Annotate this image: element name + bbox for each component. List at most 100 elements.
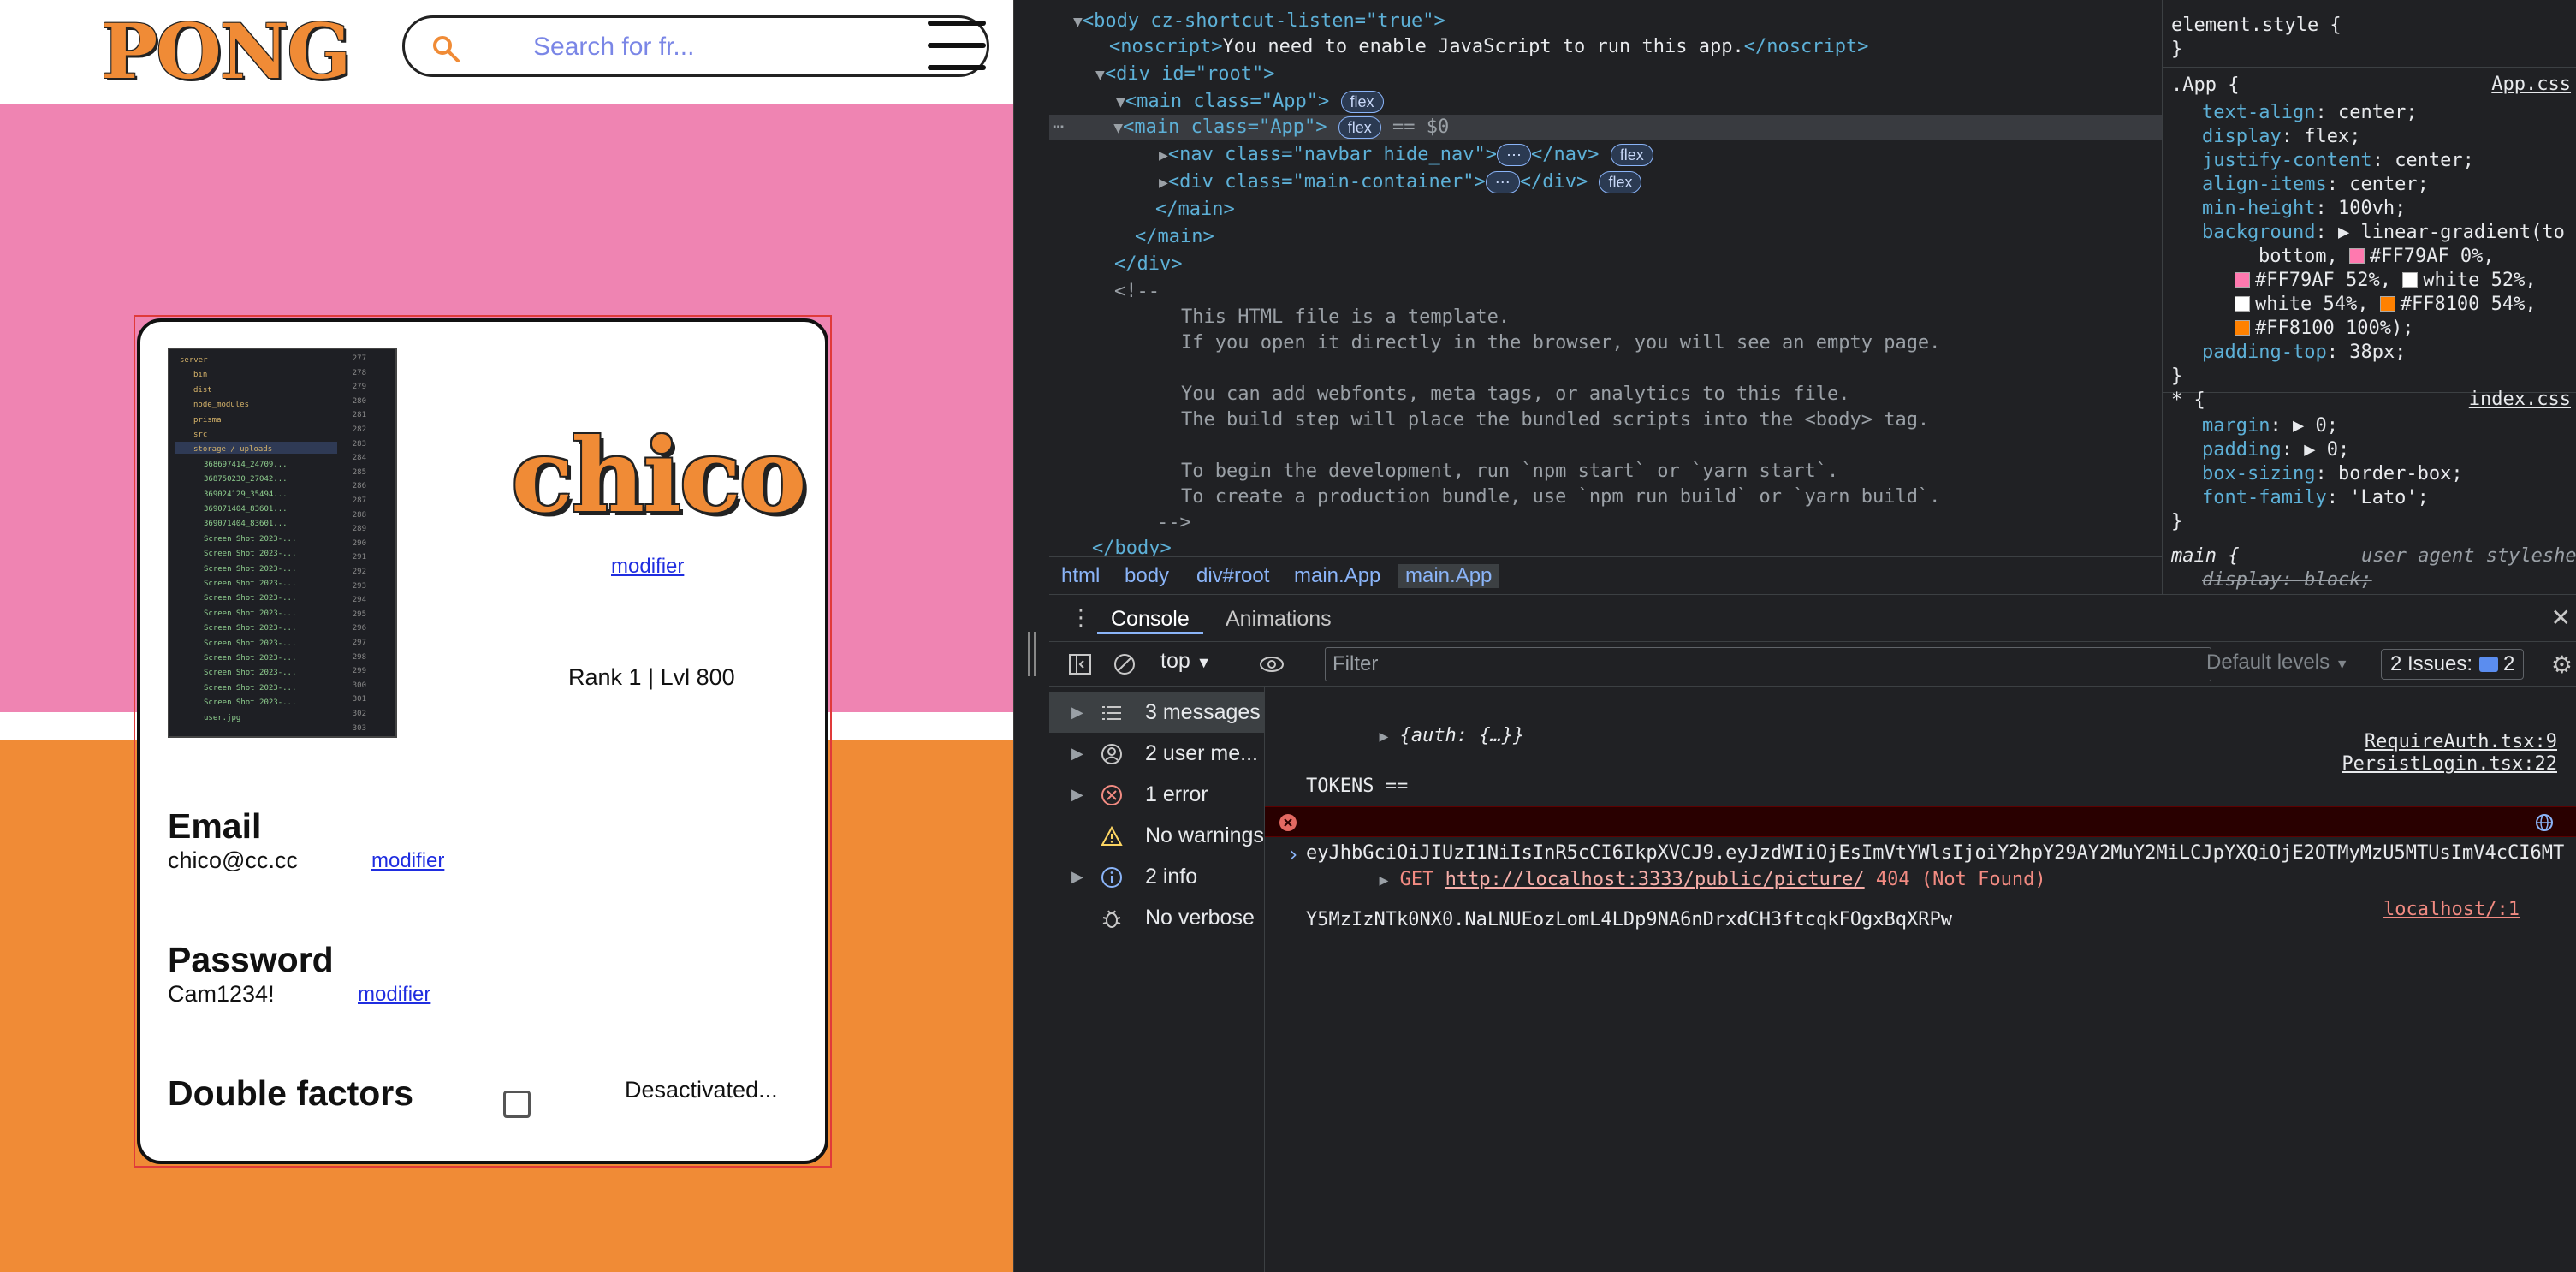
app-css-source-link[interactable]: App.css [2491, 74, 2571, 95]
css-prop-display[interactable]: display: flex; [2202, 125, 2360, 149]
console-message[interactable]: ▶ {auth: {…}} PersistLogin.tsx:22 [1265, 695, 2576, 775]
tab-console[interactable]: Console [1097, 603, 1203, 634]
css-divider [2163, 67, 2576, 68]
sidebar-item-errors[interactable]: ▶ 1 error [1049, 774, 1265, 815]
color-swatch-white[interactable] [2402, 272, 2419, 288]
search-icon [433, 36, 460, 62]
dom-comment-end: --> [1157, 512, 1191, 533]
thumbnail-line-number: 281 [352, 411, 366, 420]
dom-node-main-selected[interactable]: ⋯ ▼<main class="App"> flex == $0 [1049, 115, 2162, 140]
warning-icon [1101, 825, 1123, 846]
password-label: Password [168, 940, 334, 979]
search-input[interactable] [533, 30, 858, 64]
css-prop-display-overridden[interactable]: display: block; [2202, 568, 2372, 592]
breadcrumb-body[interactable]: body [1125, 564, 1169, 588]
dom-node-nav[interactable]: ▶<nav class="navbar hide_nav"> ⋯ </nav> fl… [1159, 142, 1653, 168]
thumbnail-line-number: 301 [352, 695, 366, 704]
color-swatch-orange[interactable] [2235, 320, 2250, 336]
thumbnail-tree-row: Screen Shot 2023-... [204, 594, 297, 603]
thumbnail-tree-row: Screen Shot 2023-... [204, 609, 297, 618]
breadcrumb-html[interactable]: html [1061, 564, 1100, 588]
devtools-panel: ▼<body cz-shortcut-listen="true"> <noscr… [1049, 0, 2576, 1272]
sidebar-item-user-messages[interactable]: ▶ 2 user me... [1049, 733, 1265, 774]
element-style-selector[interactable]: element.style { [2171, 14, 2342, 38]
thumbnail-tree-row: Screen Shot 2023-... [204, 639, 297, 648]
css-prop-text-align[interactable]: text-align: center; [2202, 101, 2418, 125]
index-css-source-link[interactable]: index.css [2469, 389, 2571, 410]
dom-node-root[interactable]: ▼<div id="root"> [1095, 62, 1275, 87]
two-factor-checkbox[interactable] [503, 1091, 531, 1118]
color-swatch-pink[interactable] [2235, 272, 2250, 288]
search-bar[interactable] [402, 15, 989, 77]
thumbnail-line-number: 289 [352, 525, 366, 534]
log-levels-dropdown[interactable]: Default levels ▼ [2206, 651, 2349, 675]
css-prop-font-family[interactable]: font-family: 'Lato'; [2202, 486, 2429, 510]
css-prop-background[interactable]: background: ▶ linear-gradient(to [2202, 221, 2565, 245]
user-agent-stylesheet-label: user agent styleshe [2361, 545, 2576, 567]
css-prop-align-items[interactable]: align-items: center; [2202, 173, 2429, 197]
context-selector[interactable]: top ▼ [1160, 649, 1212, 674]
css-prop-padding[interactable]: padding: ▶ 0; [2202, 438, 2349, 462]
clear-console-icon[interactable] [1111, 651, 1138, 678]
thumbnail-tree-row: bin [193, 371, 208, 380]
eye-icon[interactable] [1258, 651, 1285, 678]
rank-level-text: Rank 1 | Lvl 800 [568, 664, 735, 690]
gear-icon[interactable]: ⚙ [2551, 651, 2573, 679]
console-prompt-caret-icon[interactable]: › [1287, 842, 1299, 866]
source-link-requireauth[interactable]: RequireAuth.tsx:9 [2365, 731, 2557, 753]
console-sidebar: ▶ 3 messages ▶ 2 user me... ▶ 1 error No… [1049, 687, 1265, 1272]
password-modify-link[interactable]: modifier [358, 983, 430, 1007]
thumbnail-tree-row: 369024129_35494... [204, 490, 288, 499]
dom-comment-start[interactable]: <!-- [1114, 279, 1160, 305]
issue-icon [2479, 657, 2499, 672]
color-swatch-white[interactable] [2235, 296, 2250, 312]
color-swatch-pink[interactable] [2348, 248, 2365, 264]
hamburger-menu-icon[interactable] [924, 17, 989, 75]
avatar[interactable]: server bin dist node_modules prisma src storag… [168, 348, 397, 738]
sidebar-item-verbose[interactable]: No verbose [1049, 897, 1265, 938]
css-prop-justify-content[interactable]: justify-content: center; [2202, 149, 2474, 173]
sidebar-item-messages[interactable]: ▶ 3 messages [1049, 692, 1265, 733]
thumbnail-tree-row: 368750230_27042... [204, 475, 288, 484]
tab-animations[interactable]: Animations [1212, 603, 1345, 634]
source-link-localhost[interactable]: localhost/:1 [2383, 895, 2520, 924]
thumbnail-tree-row: Screen Shot 2023-... [204, 654, 297, 663]
email-modify-link[interactable]: modifier [371, 849, 444, 873]
sidebar-item-info[interactable]: ▶ 2 info [1049, 856, 1265, 897]
issues-button[interactable]: 2 Issues: 2 [2381, 649, 2525, 680]
sidebar-item-warnings[interactable]: No warnings [1049, 815, 1265, 856]
dom-node-noscript[interactable]: <noscript>You need to enable JavaScript … [1109, 34, 1868, 60]
thumbnail-tree-row: prisma [193, 415, 222, 425]
breadcrumb-div-root[interactable]: div#root [1196, 564, 1269, 588]
thumbnail-tree-row: Screen Shot 2023-... [204, 683, 297, 692]
close-icon[interactable]: ✕ [2551, 603, 2571, 632]
star-rule-selector[interactable]: * { [2171, 389, 2205, 413]
dom-node-body[interactable]: ▼<body cz-shortcut-listen="true"> [1073, 9, 1445, 34]
color-swatch-orange[interactable] [2379, 296, 2395, 312]
app-rule-selector[interactable]: .App { [2171, 74, 2239, 98]
two-factor-status: Desactivated... [625, 1077, 778, 1103]
username-modify-link[interactable]: modifier [611, 555, 684, 579]
dom-node-main-container[interactable]: ▶<div class="main-container"> ⋯ </div> fle… [1159, 169, 1642, 195]
console-filter-input[interactable] [1325, 647, 2211, 681]
globe-icon[interactable] [2535, 813, 2554, 832]
pong-logo[interactable]: PONG [101, 7, 351, 96]
console-error-message[interactable]: ▶ GET http://localhost:3333/public/pictu… [1265, 806, 2576, 920]
console-messages: ▶ {auth: {…}} PersistLogin.tsx:22 TOKENS… [1265, 687, 2576, 1272]
css-prop-box-sizing[interactable]: box-sizing: border-box; [2202, 462, 2463, 486]
css-prop-padding-top[interactable]: padding-top: 38px; [2202, 341, 2406, 365]
breadcrumb-main-app[interactable]: main.App [1294, 564, 1380, 588]
thumbnail-line-number: 303 [352, 723, 366, 733]
error-url-link[interactable]: http://localhost:3333/public/picture/ [1445, 869, 1865, 890]
dom-node-main-outer[interactable]: ▼<main class="App"> flex [1116, 89, 1384, 115]
splitter-grip-icon[interactable] [1028, 632, 1036, 676]
sidebar-toggle-icon[interactable] [1066, 651, 1094, 678]
devtools-splitter[interactable] [1013, 0, 1049, 1272]
drawer-menu-icon[interactable]: ⋮ [1070, 605, 1092, 631]
css-prop-margin[interactable]: margin: ▶ 0; [2202, 414, 2338, 438]
breadcrumb-main-app-selected[interactable]: main.App [1398, 564, 1499, 588]
console-message[interactable]: TOKENS == eyJhbGciOiJIUzI1NiIsInR5cCI6Ik… [1265, 731, 2576, 930]
css-prop-min-height[interactable]: min-height: 100vh; [2202, 197, 2406, 221]
main-rule-selector[interactable]: main { [2171, 544, 2239, 568]
css-close-brace: } [2171, 39, 2183, 60]
